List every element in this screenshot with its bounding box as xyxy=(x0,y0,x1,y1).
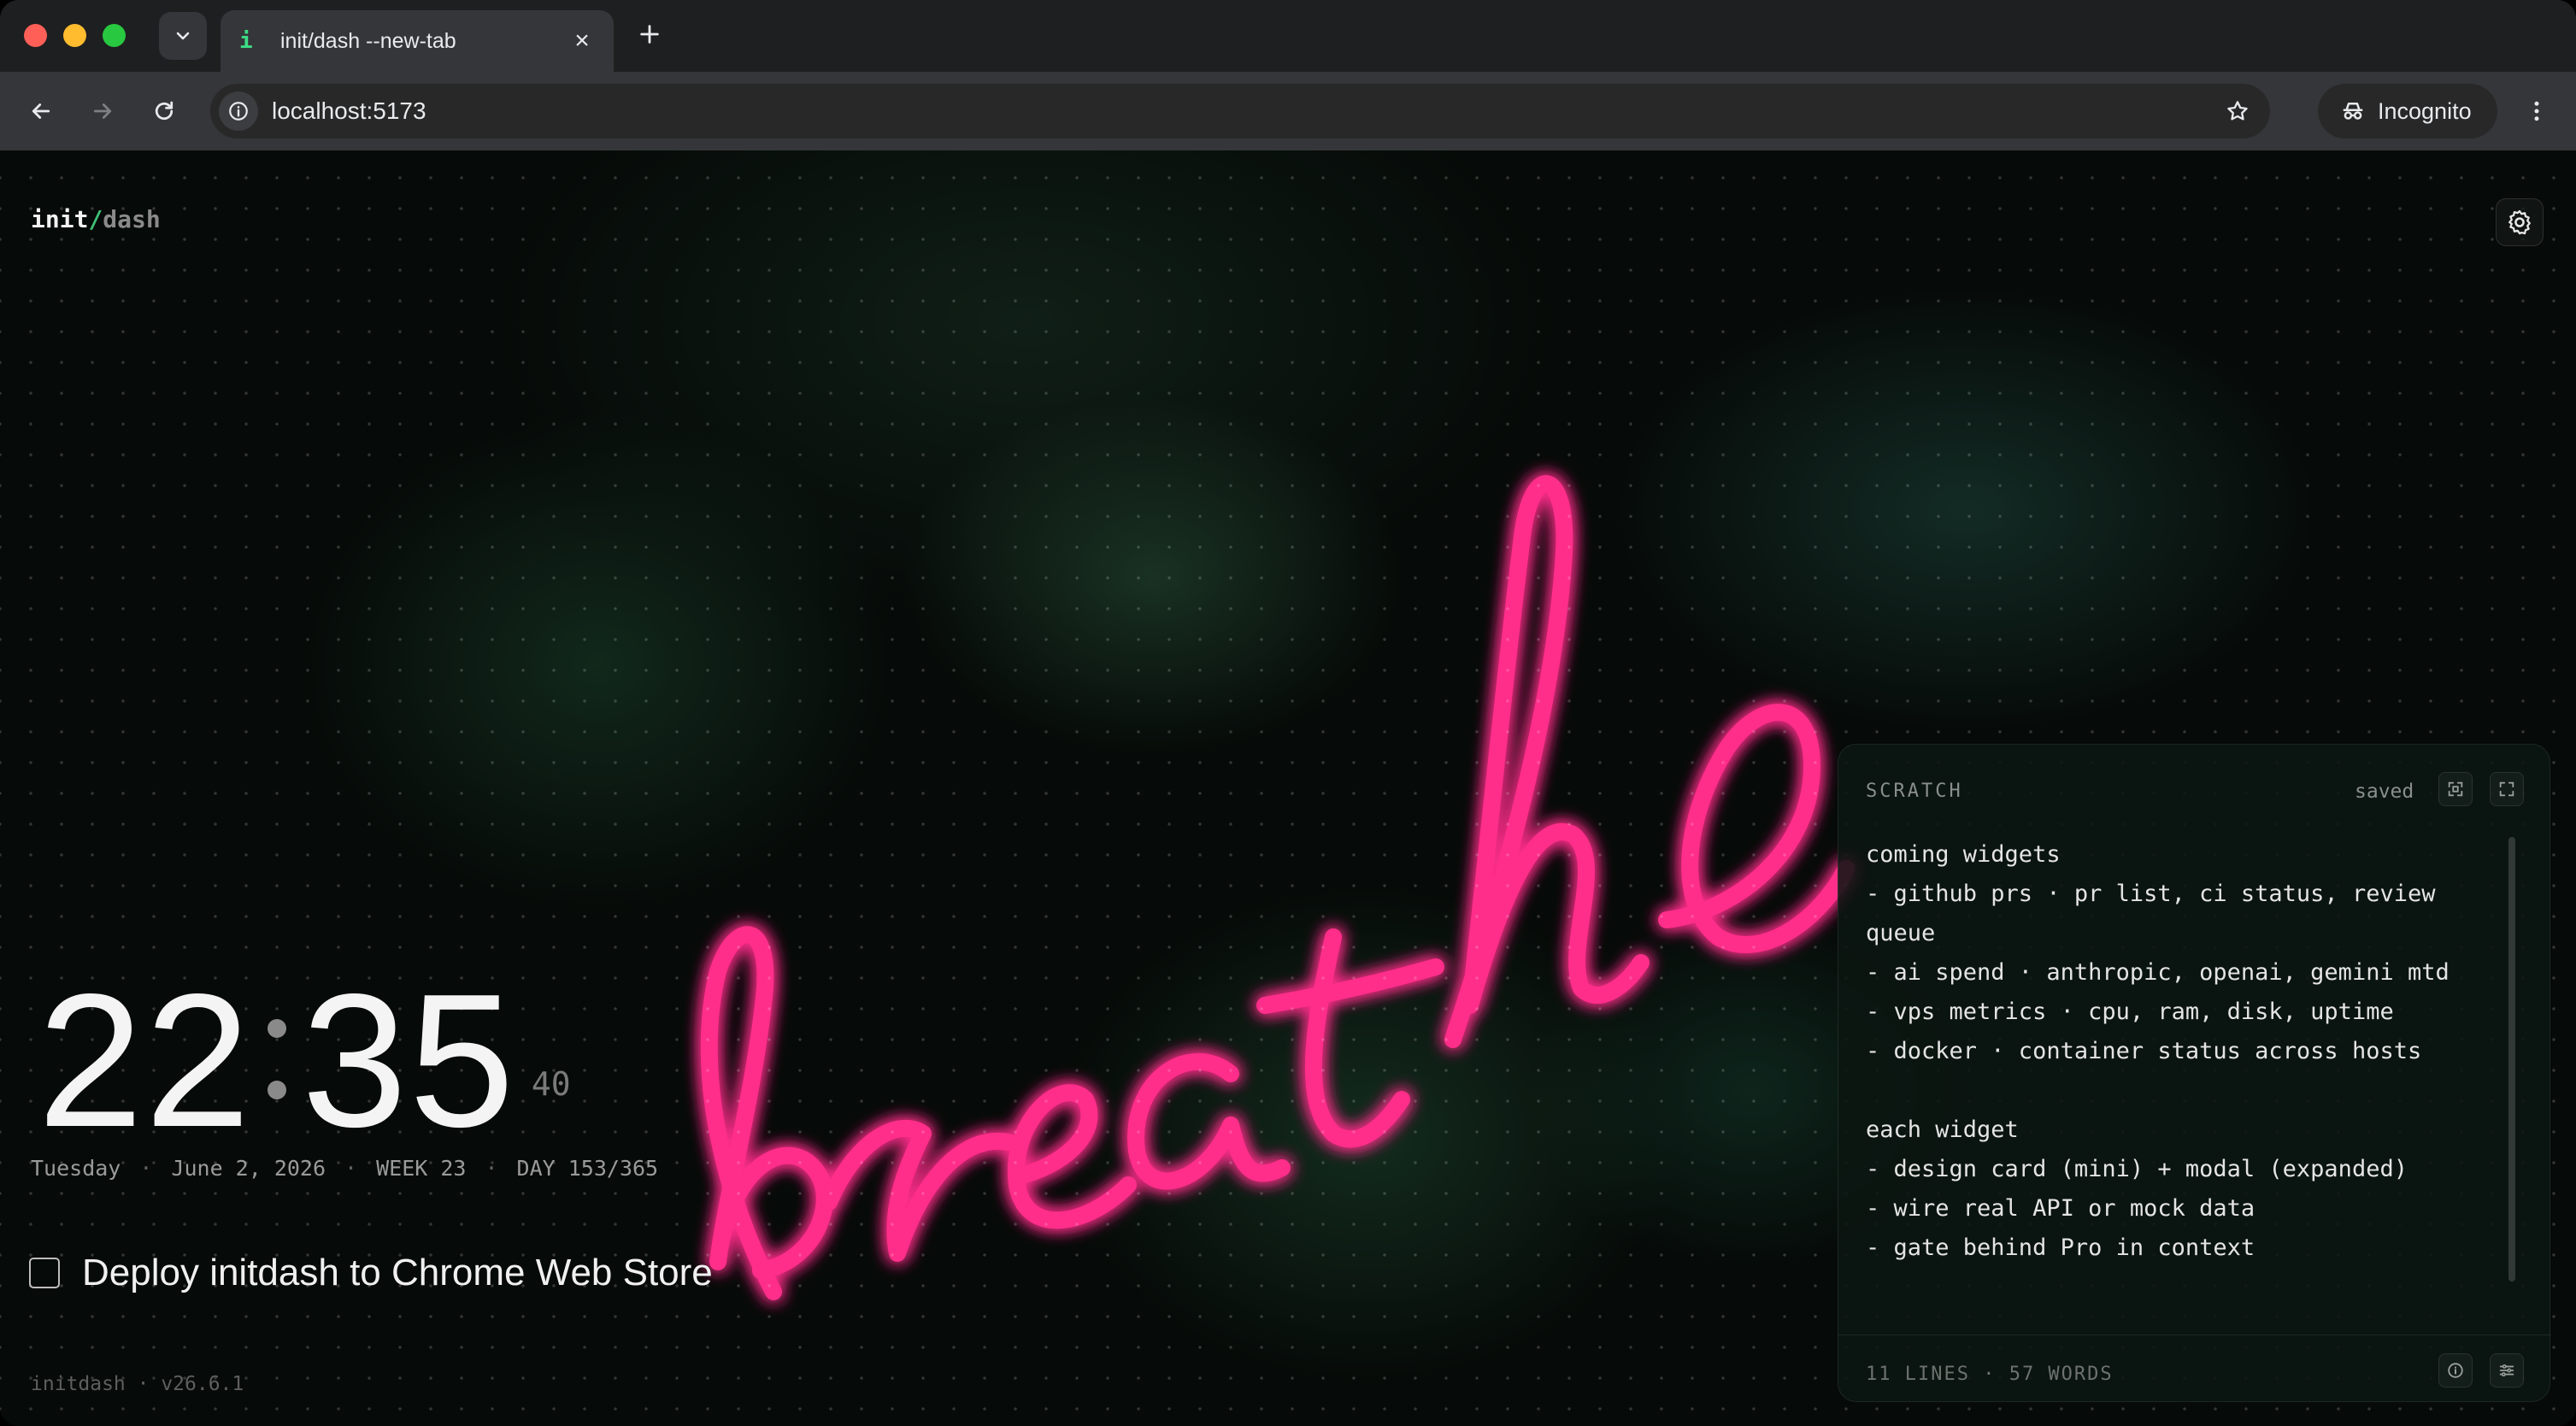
plus-icon xyxy=(640,25,659,44)
clock-colon xyxy=(252,971,302,1151)
tab-title: init/dash --new-tab xyxy=(280,28,456,53)
scratch-textarea[interactable]: coming widgets - github prs · pr list, c… xyxy=(1866,835,2498,1268)
scratch-title: SCRATCH xyxy=(1866,781,1963,802)
incognito-label: Incognito xyxy=(2378,97,2472,124)
forward-button[interactable] xyxy=(82,91,123,132)
focus-mode-icon xyxy=(2448,781,2463,797)
save-status: saved xyxy=(2355,781,2414,803)
reload-button[interactable] xyxy=(144,91,185,132)
version-footer: initdash · v26.6.1 xyxy=(31,1373,244,1395)
clock: 22 35 40 xyxy=(38,955,571,1167)
sliders-icon xyxy=(2499,1364,2514,1377)
brand-part-init: init xyxy=(31,205,89,233)
gear-icon xyxy=(2508,209,2531,235)
expand-button[interactable] xyxy=(2490,772,2524,806)
expand-icon xyxy=(2499,781,2514,797)
date-line: Tuesday · June 2, 2026 · WEEK 23 · DAY 1… xyxy=(31,1156,658,1181)
focus-task: Deploy initdash to Chrome Web Store xyxy=(29,1252,713,1294)
new-tab-page: init/dash 22 35 40 Tuesday · June 2, 202… xyxy=(0,150,2576,1426)
info-icon xyxy=(229,102,248,121)
tab-active[interactable]: i init/dash --new-tab × xyxy=(221,10,614,72)
address-bar[interactable]: localhost:5173 xyxy=(210,84,2270,138)
date-separator: · xyxy=(344,1156,358,1181)
back-button[interactable] xyxy=(21,91,62,132)
minimize-window-button[interactable] xyxy=(63,24,86,47)
task-checkbox[interactable] xyxy=(29,1258,60,1288)
chevron-down-icon xyxy=(176,32,190,40)
kebab-menu-icon xyxy=(2534,101,2539,121)
reload-icon xyxy=(155,101,173,121)
close-window-button[interactable] xyxy=(24,24,47,47)
new-tab-button[interactable] xyxy=(632,19,667,53)
incognito-badge[interactable]: Incognito xyxy=(2318,84,2497,138)
brand-slash: / xyxy=(88,205,103,233)
info-icon xyxy=(2448,1363,2463,1378)
day-of-year: DAY 153/365 xyxy=(516,1156,659,1181)
star-icon xyxy=(2227,101,2248,121)
incognito-icon xyxy=(2343,103,2363,120)
scratch-card: SCRATCH saved coming widgets - github pr… xyxy=(1838,744,2551,1402)
weekday: Tuesday xyxy=(31,1156,121,1181)
date-separator: · xyxy=(485,1156,498,1181)
tab-search-button[interactable] xyxy=(159,12,207,60)
scratch-info-button[interactable] xyxy=(2438,1353,2473,1388)
date-separator: · xyxy=(139,1156,153,1181)
settings-button[interactable] xyxy=(2496,198,2544,246)
arrow-right-icon xyxy=(93,103,112,119)
tab-favicon: i xyxy=(239,28,253,54)
url-text[interactable]: localhost:5173 xyxy=(272,97,2217,125)
site-info-button[interactable] xyxy=(219,91,258,131)
scratch-stats: 11 LINES · 57 WORDS xyxy=(1866,1364,2114,1385)
scratch-scrollbar[interactable] xyxy=(2508,837,2515,1282)
clock-seconds: 40 xyxy=(531,1065,571,1103)
close-icon[interactable]: × xyxy=(569,27,595,56)
scratch-options-button[interactable] xyxy=(2490,1353,2524,1388)
browser-window: i init/dash --new-tab × localhost:5173 I… xyxy=(0,0,2576,1426)
week-number: WEEK 23 xyxy=(376,1156,467,1181)
clock-minutes: 35 xyxy=(301,955,516,1167)
brand-part-dash: dash xyxy=(103,205,161,233)
clock-hours: 22 xyxy=(38,955,252,1167)
browser-menu-button[interactable] xyxy=(2516,91,2557,132)
date: June 2, 2026 xyxy=(171,1156,326,1181)
arrow-left-icon xyxy=(32,103,50,119)
tab-strip: i init/dash --new-tab × xyxy=(0,0,2576,72)
maximize-window-button[interactable] xyxy=(103,24,126,47)
task-text[interactable]: Deploy initdash to Chrome Web Store xyxy=(82,1252,713,1294)
browser-toolbar: localhost:5173 Incognito xyxy=(0,72,2576,150)
bookmark-button[interactable] xyxy=(2217,91,2258,132)
focus-mode-button[interactable] xyxy=(2438,772,2473,806)
brand-logo: init/dash xyxy=(31,205,161,233)
